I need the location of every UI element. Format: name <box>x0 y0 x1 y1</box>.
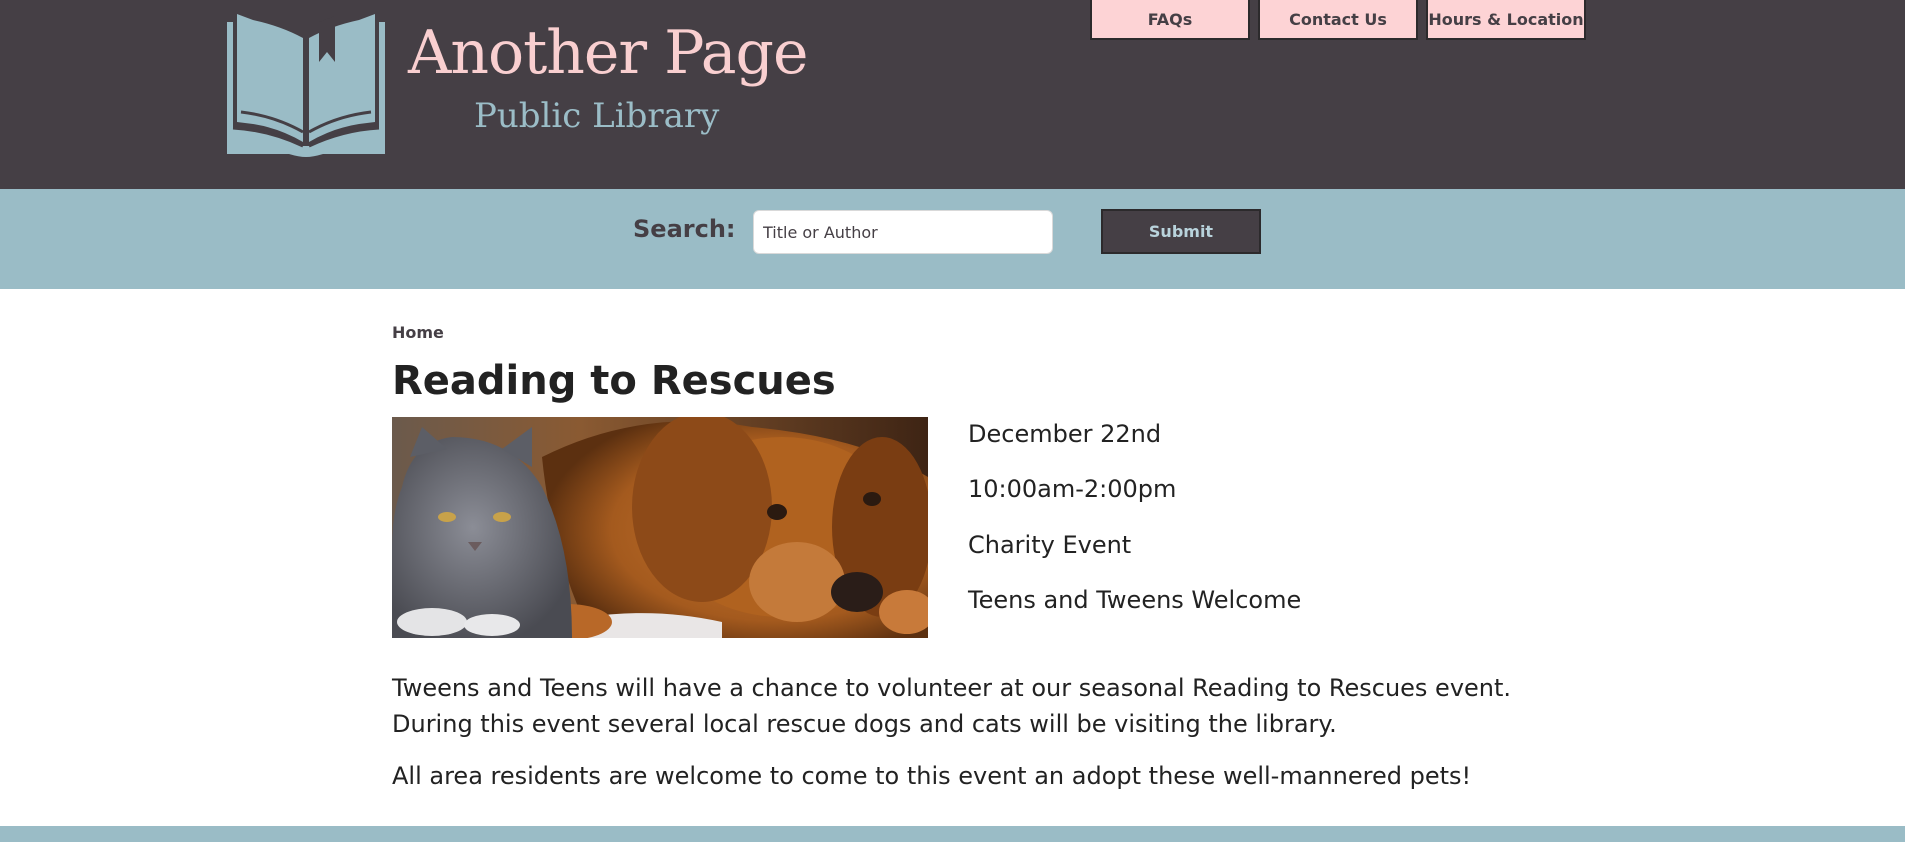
event-type: Charity Event <box>968 531 1132 559</box>
search-label: Search: <box>633 215 736 243</box>
event-welcome-text: All area residents are welcome to come t… <box>392 762 1472 790</box>
search-input[interactable] <box>753 210 1053 254</box>
footer-band <box>0 826 1905 842</box>
book-logo-icon[interactable] <box>223 12 389 157</box>
nav-faqs-button[interactable]: FAQs <box>1090 0 1250 40</box>
nav-contact-button[interactable]: Contact Us <box>1258 0 1418 40</box>
breadcrumb-home-link[interactable]: Home <box>392 323 444 342</box>
cat-and-dog-photo <box>392 417 928 638</box>
event-description-line-1: Tweens and Teens will have a chance to v… <box>392 674 1512 702</box>
event-audience: Teens and Tweens Welcome <box>968 586 1302 614</box>
event-description-line-2: During this event several local rescue d… <box>392 710 1337 738</box>
event-date: December 22nd <box>968 420 1162 448</box>
search-bar: Search: Submit <box>0 189 1905 289</box>
submit-button[interactable]: Submit <box>1101 209 1261 254</box>
event-time: 10:00am-2:00pm <box>968 475 1177 503</box>
site-subtitle[interactable]: Public Library <box>474 96 719 136</box>
site-title[interactable]: Another Page <box>408 18 808 88</box>
site-header: Another Page Public Library FAQs Contact… <box>0 0 1905 189</box>
nav-hours-location-button[interactable]: Hours & Location <box>1426 0 1586 40</box>
page-title: Reading to Rescues <box>392 358 836 404</box>
